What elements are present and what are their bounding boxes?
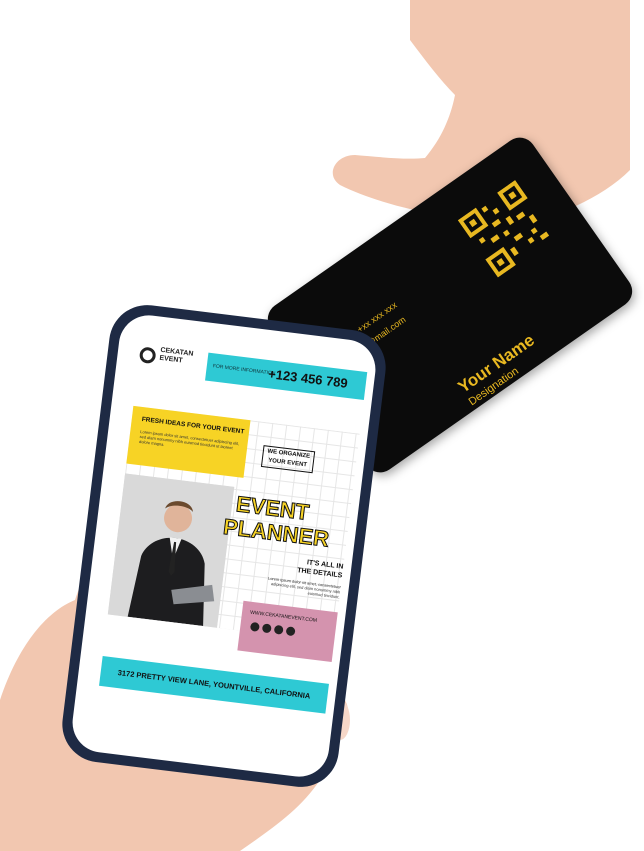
qr-code-icon (457, 180, 550, 278)
twitter-icon (261, 623, 272, 634)
website-text: WWW.CEKATANEVENT.COM (249, 609, 318, 624)
facebook-icon (273, 624, 284, 635)
event-logo-icon (138, 346, 157, 365)
address-banner: 3172 PRETTY VIEW LANE, YOUNTVILLE, CALIF… (99, 656, 329, 714)
address-text: 3172 PRETTY VIEW LANE, YOUNTVILLE, CALIF… (117, 668, 311, 701)
businessman-photo (107, 473, 235, 628)
website-box: WWW.CEKATANEVENT.COM (237, 600, 338, 662)
phone-screen: CEKATAN EVENT FOR MORE INFORMATION +123 … (69, 311, 379, 781)
flyer-phone: +123 456 789 (267, 366, 349, 391)
info-label: FOR MORE INFORMATION (212, 363, 276, 377)
instagram-icon (249, 621, 260, 632)
pinterest-icon (285, 626, 296, 637)
contact-banner: FOR MORE INFORMATION +123 456 789 (205, 352, 368, 400)
logo-text: CEKATAN EVENT (158, 346, 194, 365)
smartphone: CEKATAN EVENT FOR MORE INFORMATION +123 … (58, 300, 390, 792)
social-icons (249, 621, 296, 637)
